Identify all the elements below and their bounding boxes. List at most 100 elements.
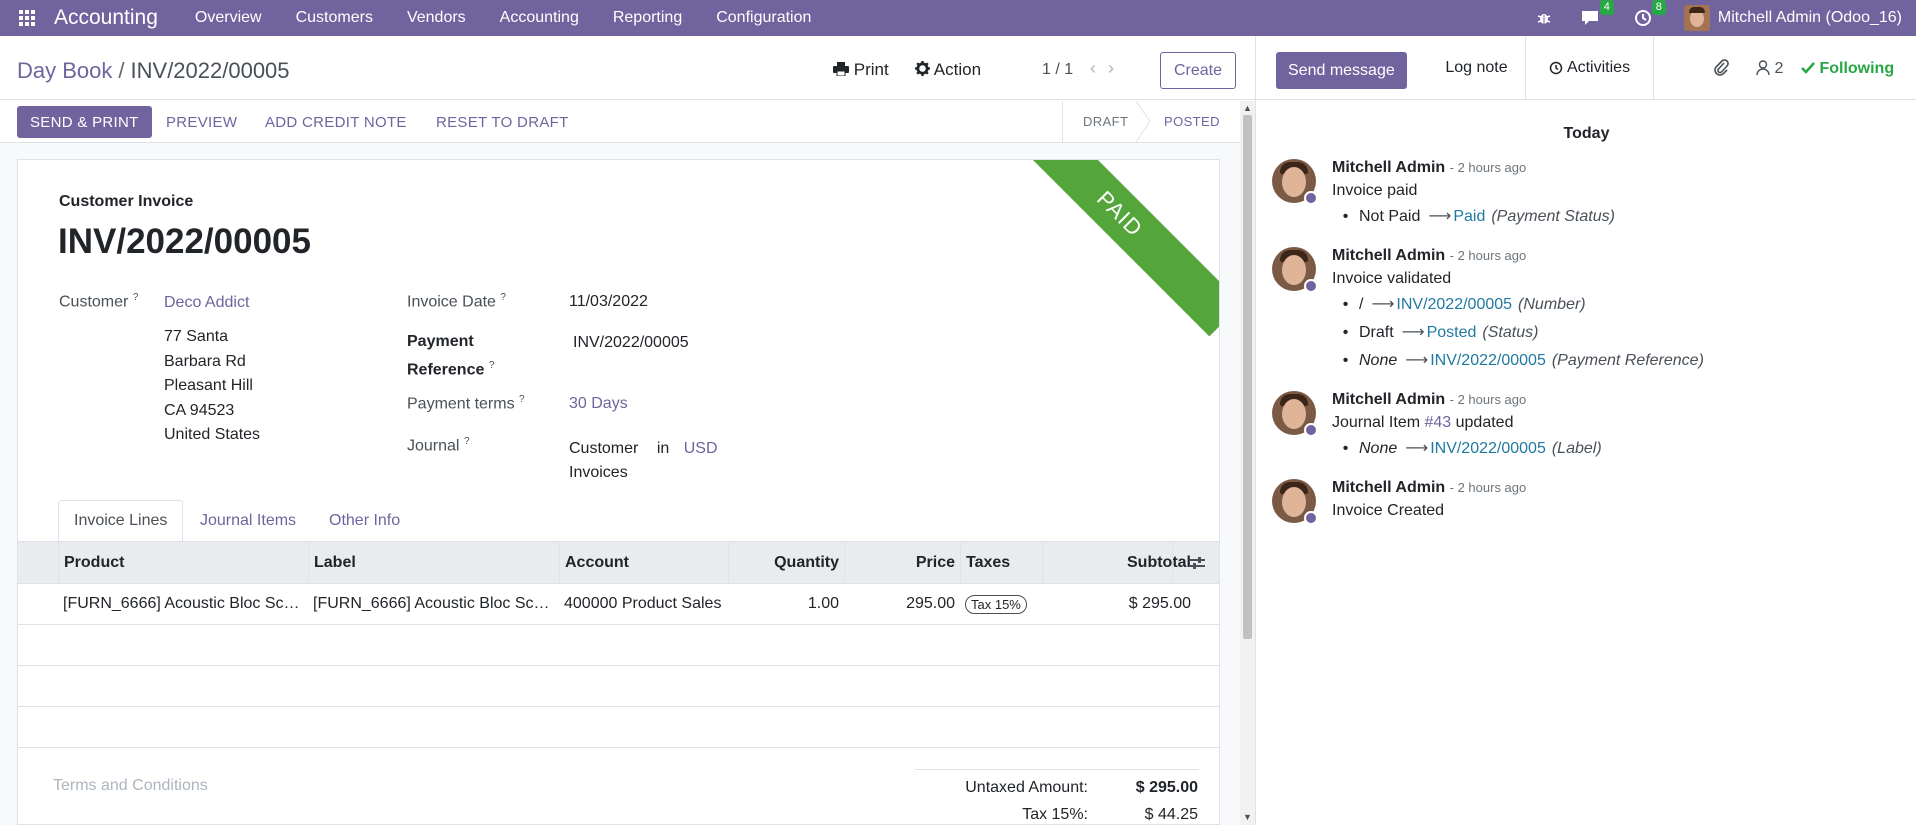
customer-address: 77 Santa Barbara Rd Pleasant Hill CA 945… xyxy=(164,328,261,443)
send-print-button[interactable]: SEND & PRINT xyxy=(17,106,152,138)
journal-name[interactable]: Customer xyxy=(569,440,638,457)
col-account[interactable]: Account xyxy=(559,542,728,584)
untaxed-amount-label: Untaxed Amount: xyxy=(965,779,1088,796)
table-row[interactable]: [FURN_6666] Acoustic Bloc Sc… [FURN_6666… xyxy=(18,584,1219,625)
breadcrumb-current: INV/2022/00005 xyxy=(130,58,290,83)
message-author: Mitchell Admin - 2 hours ago xyxy=(1332,247,1526,265)
author-name[interactable]: Mitchell Admin xyxy=(1332,479,1445,496)
col-taxes[interactable]: Taxes xyxy=(960,542,1042,584)
invoice-lines-table: Product Label Account Quantity Price Tax… xyxy=(18,541,1219,748)
payment-reference-field[interactable]: INV/2022/00005 xyxy=(573,334,689,352)
activities-button[interactable]: Activities xyxy=(1526,36,1654,100)
action-button[interactable]: Action xyxy=(915,60,981,80)
stage-posted[interactable]: POSTED xyxy=(1144,101,1240,142)
empty-row[interactable] xyxy=(18,707,1219,748)
terms-and-conditions-field[interactable]: Terms and Conditions xyxy=(53,777,208,795)
followers-button[interactable]: 2 xyxy=(1756,60,1783,78)
pager-value[interactable]: 1 / 1 xyxy=(1042,61,1073,79)
menu-vendors[interactable]: Vendors xyxy=(390,9,483,27)
col-price[interactable]: Price xyxy=(844,542,960,584)
journal-currency-link[interactable]: USD xyxy=(684,440,718,457)
tax-label: Tax 15%: xyxy=(1022,806,1088,823)
table-header: Product Label Account Quantity Price Tax… xyxy=(18,541,1219,584)
messages-icon[interactable]: 4 xyxy=(1580,0,1614,27)
menu-customers[interactable]: Customers xyxy=(279,9,390,27)
create-button[interactable]: Create xyxy=(1160,52,1236,89)
tab-journal-items[interactable]: Journal Items xyxy=(185,500,311,542)
col-product[interactable]: Product xyxy=(58,542,308,584)
breadcrumb-day-book[interactable]: Day Book xyxy=(17,58,112,83)
send-message-button[interactable]: Send message xyxy=(1276,52,1407,89)
tab-invoice-lines[interactable]: Invoice Lines xyxy=(58,500,184,542)
col-label[interactable]: Label xyxy=(308,542,559,584)
tracking-change: • Not Paid ⟶ Paid (Payment Status) xyxy=(1342,208,1615,225)
attachment-paperclip-icon[interactable] xyxy=(1713,58,1729,81)
customer-label: Customer ? xyxy=(59,292,139,311)
author-name[interactable]: Mitchell Admin xyxy=(1332,159,1445,176)
scroll-thumb[interactable] xyxy=(1243,115,1252,639)
help-icon: ? xyxy=(519,394,525,405)
tab-other-info[interactable]: Other Info xyxy=(314,500,415,542)
top-navbar: Accounting Overview Customers Vendors Ac… xyxy=(0,0,1916,36)
tax-value: $ 44.25 xyxy=(1144,806,1198,823)
user-icon xyxy=(1756,60,1770,76)
log-note-button[interactable]: Log note xyxy=(1428,36,1526,100)
tracking-change: • / ⟶ INV/2022/00005 (Number) xyxy=(1342,296,1586,313)
document-type: Customer Invoice xyxy=(59,193,194,210)
debug-bug-icon[interactable] xyxy=(1536,10,1552,26)
pager-arrows: ‹› xyxy=(1090,58,1126,79)
invoice-date-label: Invoice Date ? xyxy=(407,292,506,311)
line-subtotal: $ 295.00 xyxy=(1128,595,1191,612)
chatter-panel: Send message Log note Activities 2 Follo… xyxy=(1255,36,1916,825)
form-statusbar: SEND & PRINT PREVIEW ADD CREDIT NOTE RES… xyxy=(0,101,1240,143)
user-menu[interactable]: Mitchell Admin (Odoo_16) xyxy=(1718,9,1902,27)
customer-link[interactable]: Deco Addict xyxy=(164,294,249,312)
author-name[interactable]: Mitchell Admin xyxy=(1332,391,1445,408)
apps-menu-icon[interactable] xyxy=(0,0,54,36)
line-price[interactable]: 295.00 xyxy=(844,584,960,624)
message-date: - 2 hours ago xyxy=(1449,392,1527,407)
preview-button[interactable]: PREVIEW xyxy=(166,106,237,138)
pager-prev-icon[interactable]: ‹ xyxy=(1090,58,1108,78)
pager-next-icon[interactable]: › xyxy=(1108,58,1126,78)
col-quantity[interactable]: Quantity xyxy=(728,542,844,584)
line-taxes[interactable]: Tax 15% xyxy=(960,584,1042,624)
payment-terms-link[interactable]: 30 Days xyxy=(569,395,628,413)
journal-item-link[interactable]: #43 xyxy=(1424,414,1451,431)
line-label[interactable]: [FURN_6666] Acoustic Bloc Sc… xyxy=(308,584,559,624)
message-author: Mitchell Admin - 2 hours ago xyxy=(1332,391,1526,409)
menu-configuration[interactable]: Configuration xyxy=(699,9,828,27)
totals-divider xyxy=(915,769,1199,770)
line-product[interactable]: [FURN_6666] Acoustic Bloc Sc… xyxy=(58,584,308,624)
line-quantity[interactable]: 1.00 xyxy=(728,584,844,624)
line-account[interactable]: 400000 Product Sales xyxy=(559,584,728,624)
help-icon: ? xyxy=(488,360,495,371)
author-name[interactable]: Mitchell Admin xyxy=(1332,247,1445,264)
menu-overview[interactable]: Overview xyxy=(178,9,279,27)
menu-accounting[interactable]: Accounting xyxy=(483,9,596,27)
app-brand[interactable]: Accounting xyxy=(54,6,158,30)
presence-indicator xyxy=(1304,279,1318,293)
date-separator-today: Today xyxy=(1563,125,1610,142)
message-author: Mitchell Admin - 2 hours ago xyxy=(1332,479,1526,497)
empty-row[interactable] xyxy=(18,666,1219,707)
message-date: - 2 hours ago xyxy=(1449,160,1527,175)
reset-to-draft-button[interactable]: RESET TO DRAFT xyxy=(436,106,569,138)
form-scrollbar[interactable]: ▲ ▼ xyxy=(1240,101,1255,825)
scroll-down-icon[interactable]: ▼ xyxy=(1243,812,1252,822)
stage-draft[interactable]: DRAFT xyxy=(1062,101,1144,142)
activities-count-badge: 8 xyxy=(1651,0,1666,15)
invoice-date-value[interactable]: 11/03/2022 xyxy=(569,293,648,311)
control-panel: Day Book / INV/2022/00005 Print Action 1 /… xyxy=(0,36,1255,100)
user-avatar[interactable] xyxy=(1683,5,1710,31)
add-credit-note-button[interactable]: ADD CREDIT NOTE xyxy=(265,106,407,138)
optional-columns-icon[interactable] xyxy=(1172,542,1219,584)
help-icon: ? xyxy=(500,292,506,303)
invoice-number: INV/2022/00005 xyxy=(58,222,311,261)
print-button[interactable]: Print xyxy=(833,60,889,80)
empty-row[interactable] xyxy=(18,625,1219,666)
menu-reporting[interactable]: Reporting xyxy=(596,9,699,27)
activities-clock-icon[interactable]: 8 xyxy=(1634,0,1666,27)
scroll-up-icon[interactable]: ▲ xyxy=(1243,103,1252,113)
following-button[interactable]: Following xyxy=(1801,60,1894,78)
